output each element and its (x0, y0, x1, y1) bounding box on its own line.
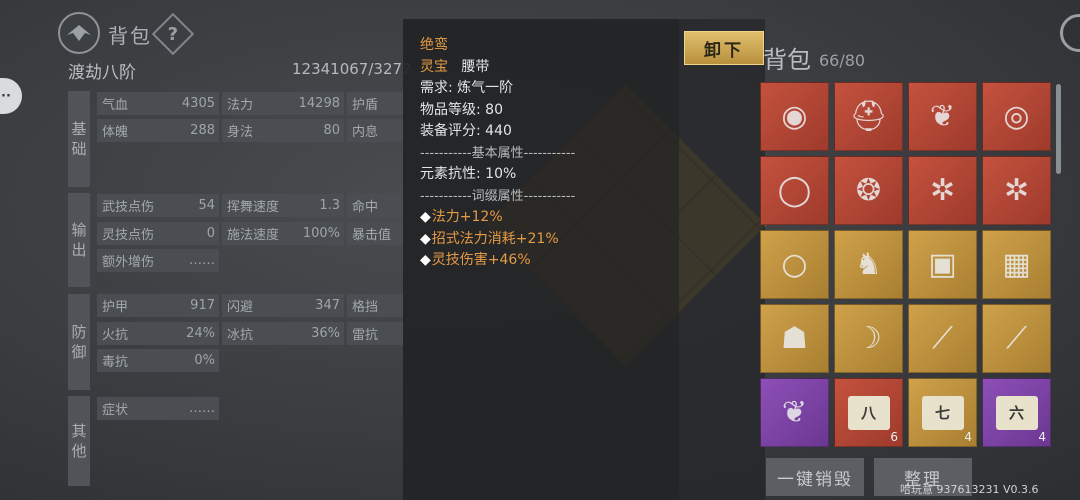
scroll-icon: 七 (921, 395, 964, 430)
stat-extra-dmg[interactable]: 额外增伤…… (97, 249, 219, 272)
affix-header: -----------词缀属性----------- (420, 188, 576, 204)
bag-slot[interactable]: ♞ (834, 230, 903, 299)
plume-icon: ❦ (781, 395, 808, 430)
necklace-icon: ○ (781, 247, 808, 282)
stat-symptoms[interactable]: 症状…… (97, 397, 219, 420)
stat-cast-speed: 施法速度 100% (222, 222, 344, 245)
bag-slot[interactable]: ⟋ (982, 304, 1051, 373)
bag-slot[interactable]: ☗ (760, 304, 829, 373)
back-emblem-icon[interactable] (58, 12, 100, 54)
item-level: 物品等级: 80 (420, 101, 503, 118)
bracer-icon: ◎ (1003, 99, 1030, 134)
pouch-icon: ❂ (855, 173, 882, 208)
watermark: 哈玩意 937613231 V0.3.6 (900, 483, 1039, 496)
bag-slot[interactable]: ⛑ (834, 82, 903, 151)
stat-block: 格挡 (347, 294, 403, 317)
page-title: 背包 (108, 24, 152, 48)
help-icon[interactable]: ? (151, 12, 195, 56)
armor-icon: ▣ (928, 247, 957, 282)
stat-hit: 命中 (347, 194, 403, 217)
stat-agility: 身法 80 (222, 119, 344, 142)
chat-icon[interactable]: ·· (0, 78, 22, 114)
plume-icon: ❦ (929, 99, 956, 134)
bag-slot[interactable]: ❦ (760, 378, 829, 447)
bag-slot[interactable]: ✲ (908, 156, 977, 225)
scroll-icon: 八 (847, 395, 890, 430)
exp-readout: 12341067/3272 (292, 60, 412, 78)
stat-ice-res: 冰抗 36% (222, 322, 344, 345)
bag-slot[interactable]: ◎ (982, 82, 1051, 151)
stat-hp: 气血 4305 (97, 92, 219, 115)
bag-slot[interactable]: 六4 (982, 378, 1051, 447)
stat-fire-res: 火抗 24% (97, 322, 219, 345)
base-attr-header: -----------基本属性----------- (420, 145, 576, 161)
bag-slot[interactable]: 七4 (908, 378, 977, 447)
stat-dodge: 闪避 347 (222, 294, 344, 317)
stat-thunder-res: 雷抗 (347, 322, 403, 345)
sword-icon: ⟋ (932, 321, 953, 356)
unequip-button[interactable]: 卸下 (684, 31, 764, 65)
bag-slot[interactable]: ❂ (834, 156, 903, 225)
stat-swing-speed: 挥舞速度 1.3 (222, 194, 344, 217)
stat-breath: 内息 (347, 119, 403, 142)
affix-line: 灵技伤害+46% (420, 250, 679, 272)
stat-crit: 暴击值 (347, 222, 403, 245)
stats-group-defense[interactable]: 防御 (68, 294, 90, 390)
bag-grid: ◉ ⛑ ❦ ◎ ◯ ❂ ✲ ✲ ○ ♞ ▣ ▦ ☗ ☽ ⟋ ⟋ ❦ 八 6 七 4 六 4 (760, 82, 1052, 447)
item-quantity: 4 (1038, 430, 1046, 444)
affix-line: 法力+12% (420, 207, 679, 229)
item-quantity: 4 (964, 430, 972, 444)
destroy-all-button[interactable]: 一键销毁 (766, 458, 864, 496)
item-requirement: 需求: 炼气一阶 (420, 80, 514, 96)
fan-icon: ✲ (1003, 173, 1030, 208)
base-attr: 元素抗性: 10% (420, 166, 517, 182)
close-icon[interactable] (1060, 14, 1080, 52)
stats-group-basic[interactable]: 基础 (68, 91, 90, 187)
bag-slot[interactable]: ▦ (982, 230, 1051, 299)
bag-slot[interactable]: ✲ (982, 156, 1051, 225)
item-tooltip: 绝鸾 灵宝 腰带 需求: 炼气一阶 物品等级: 80 装备评分: 440 ---… (403, 19, 679, 500)
stat-physique: 体魄 288 (97, 119, 219, 142)
item-type: 腰带 (461, 58, 490, 75)
bag-slot[interactable]: ⟋ (908, 304, 977, 373)
bag-count: 66/80 (819, 51, 866, 70)
bag-scrollbar[interactable] (1056, 84, 1061, 174)
bag-slot[interactable]: ◉ (760, 82, 829, 151)
bag-slot[interactable]: ◯ (760, 156, 829, 225)
scroll-icon: 六 (995, 395, 1038, 430)
bracer-icon: ◉ (781, 99, 808, 134)
stat-martial-dmg: 武技点伤 54 (97, 194, 219, 217)
bracelet-icon: ◯ (777, 173, 812, 208)
bag-title: 背包 (763, 46, 811, 74)
tooltip-side-strip (679, 19, 765, 500)
stat-spirit-dmg: 灵技点伤 0 (97, 222, 219, 245)
stats-group-output[interactable]: 输出 (68, 193, 90, 287)
bag-slot[interactable]: 八6 (834, 378, 903, 447)
item-quantity: 6 (890, 430, 898, 444)
item-name: 绝鸾 (420, 37, 448, 53)
realm-label: 渡劫八阶 (68, 63, 136, 83)
affix-line: 招式法力消耗+21% (420, 229, 679, 251)
bag-slot[interactable]: ☽ (834, 304, 903, 373)
item-rarity: 灵宝 (420, 58, 448, 75)
fan-icon: ✲ (929, 173, 956, 208)
stat-mana: 法力 14298 (222, 92, 344, 115)
bow-icon: ☽ (855, 321, 882, 356)
boots-icon: ♞ (855, 247, 882, 282)
stats-group-other[interactable]: 其他 (68, 396, 90, 486)
helmet-icon: ☗ (781, 321, 808, 356)
armor-icon: ▦ (1002, 247, 1031, 282)
bag-slot[interactable]: ○ (760, 230, 829, 299)
stat-shield: 护盾 (347, 92, 403, 115)
sword-icon: ⟋ (1006, 321, 1027, 356)
stat-armor: 护甲 917 (97, 294, 219, 317)
item-gear-score: 装备评分: 440 (420, 123, 512, 139)
helmet-icon: ⛑ (849, 99, 888, 134)
bag-slot[interactable]: ❦ (908, 82, 977, 151)
stat-poison-res: 毒抗 0% (97, 349, 219, 372)
bag-slot[interactable]: ▣ (908, 230, 977, 299)
